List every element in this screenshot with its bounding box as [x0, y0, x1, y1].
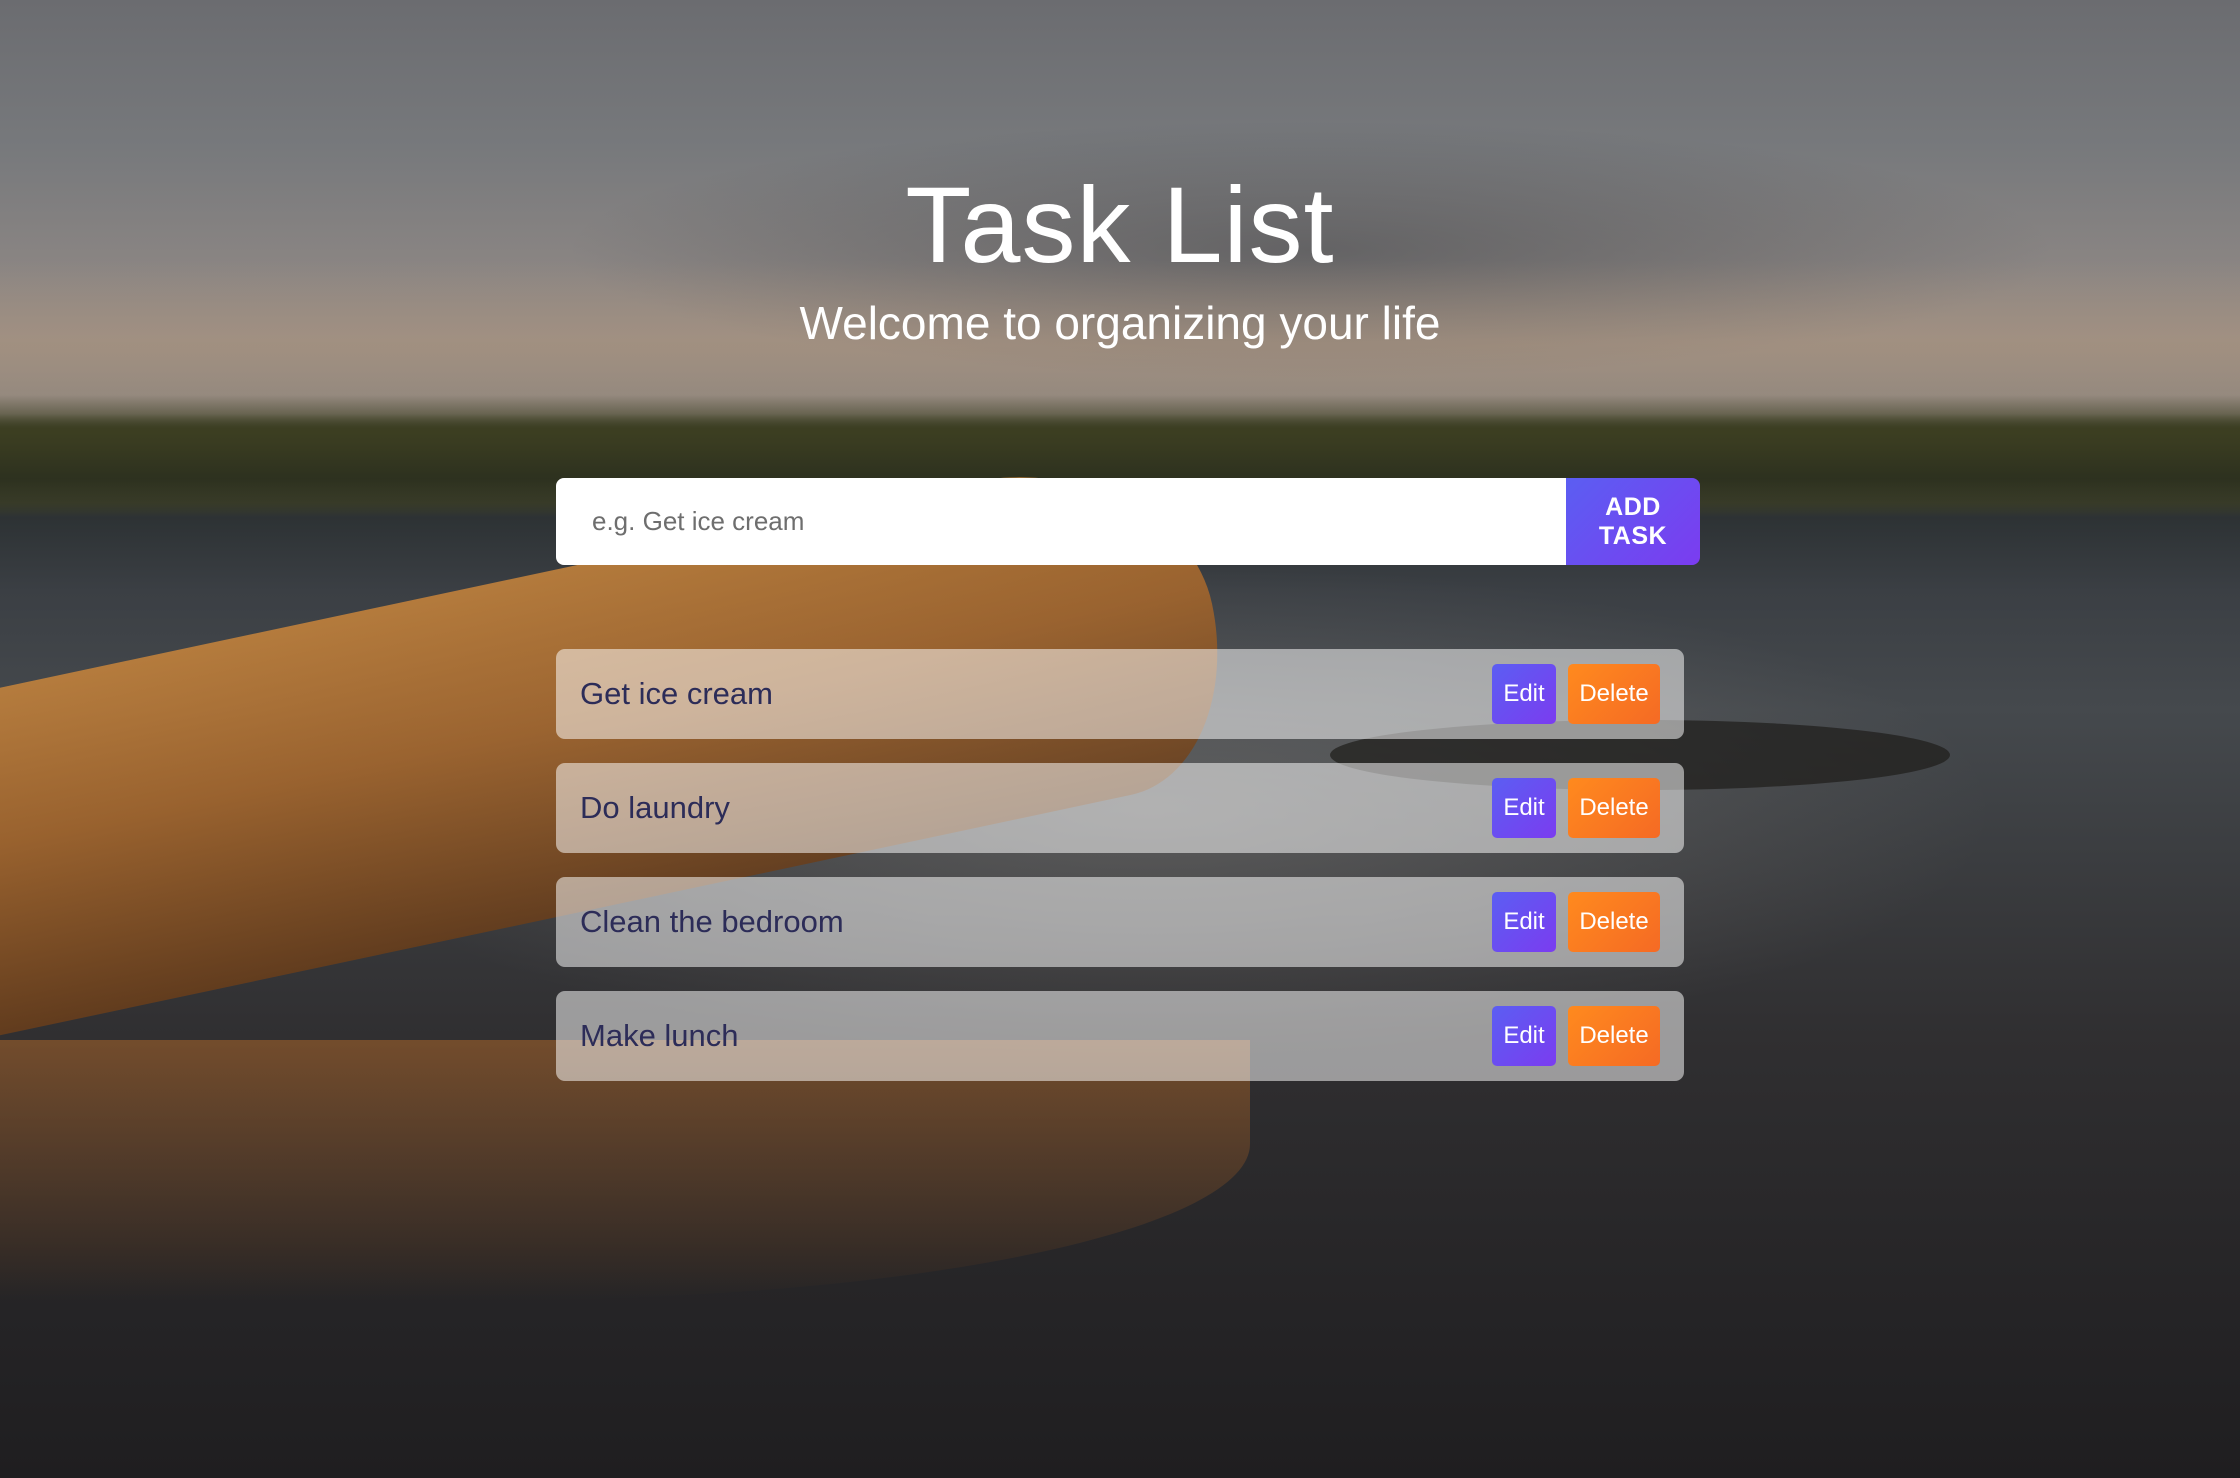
task-list: Get ice cream Edit Delete Do laundry Edi… [556, 649, 1684, 1105]
task-name: Get ice cream [580, 676, 773, 711]
edit-button[interactable]: Edit [1492, 664, 1556, 724]
delete-button[interactable]: Delete [1568, 664, 1660, 724]
task-name: Do laundry [580, 790, 730, 825]
page-subtitle: Welcome to organizing your life [799, 297, 1441, 349]
task-name: Make lunch [580, 1018, 739, 1053]
task-input[interactable] [556, 478, 1566, 565]
task-name: Clean the bedroom [580, 904, 844, 939]
delete-button[interactable]: Delete [1568, 778, 1660, 838]
task-item: Make lunch Edit Delete [556, 991, 1684, 1081]
page: Task List Welcome to organizing your lif… [0, 0, 2240, 1478]
task-item: Clean the bedroom Edit Delete [556, 877, 1684, 967]
add-task-button[interactable]: ADD TASK [1566, 478, 1700, 565]
edit-button[interactable]: Edit [1492, 892, 1556, 952]
edit-button[interactable]: Edit [1492, 1006, 1556, 1066]
page-title: Task List [905, 164, 1335, 285]
add-task-form: ADD TASK [556, 478, 1700, 565]
task-item: Do laundry Edit Delete [556, 763, 1684, 853]
delete-button[interactable]: Delete [1568, 892, 1660, 952]
delete-button[interactable]: Delete [1568, 1006, 1660, 1066]
task-item: Get ice cream Edit Delete [556, 649, 1684, 739]
edit-button[interactable]: Edit [1492, 778, 1556, 838]
